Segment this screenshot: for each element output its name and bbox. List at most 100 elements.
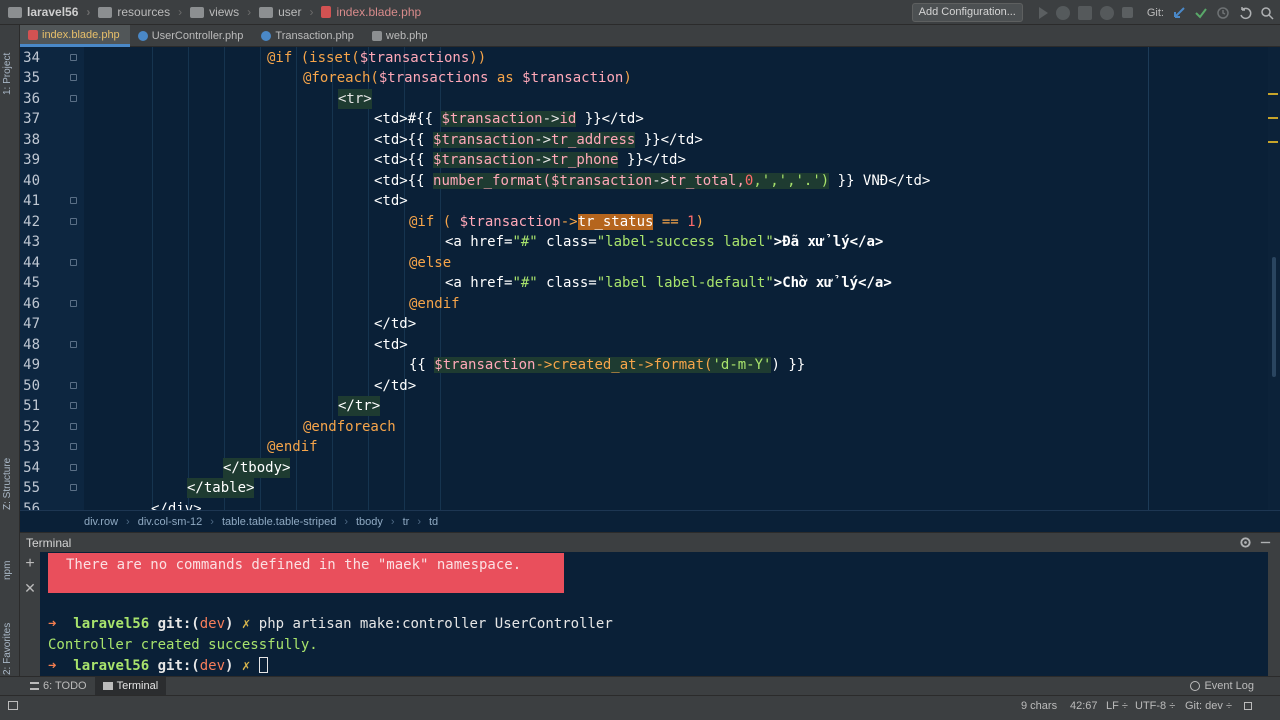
fold-icon[interactable] <box>70 382 77 389</box>
class-file-icon <box>261 31 272 41</box>
layout-icon[interactable] <box>8 701 18 710</box>
code-line: 44 @else <box>23 255 452 271</box>
fold-icon[interactable] <box>70 464 77 471</box>
code-line: 40 <td>{{ number_format($transaction->tr_… <box>23 173 931 189</box>
breadcrumb-resources[interactable]: resources › <box>98 5 182 19</box>
class-file-icon <box>137 31 148 41</box>
php-file-icon <box>371 31 382 41</box>
code-editor[interactable]: 34 @if (isset($transactions)) 35 @foreach(… <box>20 47 1268 510</box>
list-icon <box>30 682 39 690</box>
breadcrumb-tr[interactable]: tr <box>403 516 410 528</box>
history-icon[interactable] <box>1216 6 1230 20</box>
breadcrumb-tbody[interactable]: tbody <box>356 516 383 528</box>
html-breadcrumb-bar: div.row › div.col-sm-12 › table.table.tabl… <box>20 510 1280 532</box>
gear-icon[interactable] <box>1239 536 1252 549</box>
terminal-header: Terminal <box>20 532 1280 552</box>
breadcrumb-div-col[interactable]: div.col-sm-12 <box>138 516 203 528</box>
code-line: 37 <td>#{{ $transaction->id }}</td> <box>23 111 644 127</box>
fold-icon[interactable] <box>70 95 77 102</box>
code-line: 49{{ $transaction->created_at->format('d… <box>23 357 806 373</box>
breadcrumb-div-row[interactable]: div.row <box>84 516 118 528</box>
fold-icon[interactable] <box>70 443 77 450</box>
breadcrumb-table[interactable]: table.table.table-striped <box>222 516 336 528</box>
favorites-tool-tab[interactable]: 2: Favorites <box>2 623 13 675</box>
coverage-icon[interactable] <box>1077 5 1092 20</box>
terminal-title: Terminal <box>26 535 72 550</box>
terminal-prompt-line[interactable]: ➜ laravel56 git:(dev) ✗ <box>48 657 268 674</box>
fold-icon[interactable] <box>70 54 77 61</box>
blade-file-icon <box>28 29 38 40</box>
revert-icon[interactable] <box>1238 6 1252 20</box>
new-terminal-icon[interactable]: + <box>24 556 36 572</box>
terminal-icon <box>102 682 113 690</box>
blade-file-icon <box>321 6 332 18</box>
fold-icon[interactable] <box>70 74 77 81</box>
fold-icon[interactable] <box>70 197 77 204</box>
code-line: 45 <a href="#" class="label label-default… <box>23 275 892 291</box>
breadcrumb-user[interactable]: user › <box>259 5 313 19</box>
code-line: 54 </tbody> <box>23 458 291 478</box>
fold-icon[interactable] <box>70 300 77 307</box>
tab-user-controller[interactable]: UserController.php <box>130 25 254 47</box>
code-line: 53 @endif <box>23 439 318 455</box>
folder-icon <box>8 6 22 18</box>
fold-icon[interactable] <box>70 402 77 409</box>
code-line: 48 <td> <box>23 337 408 353</box>
code-line: 43 <a href="#" class="label-success label… <box>23 234 884 250</box>
event-log-button[interactable]: Event Log <box>1190 680 1254 692</box>
navigation-bar: laravel56 › resources › views › user › index… <box>0 0 1280 25</box>
add-configuration-button[interactable]: Add Configuration... <box>911 3 1023 22</box>
editor-scroll-marks[interactable] <box>1268 47 1280 510</box>
search-icon[interactable] <box>1260 6 1274 20</box>
structure-tool-tab[interactable]: Z: Structure <box>2 458 13 510</box>
npm-tool-tab[interactable]: npm <box>2 561 13 580</box>
git-commit-icon[interactable] <box>1194 6 1208 20</box>
fold-icon[interactable] <box>70 423 77 430</box>
terminal-output[interactable]: There are no commands defined in the "ma… <box>40 552 1268 676</box>
code-line: 50 </td> <box>23 378 417 394</box>
terminal-tools: + ✕ <box>20 552 40 676</box>
line-separator[interactable]: LF ÷ <box>1106 700 1128 712</box>
code-line: 55 </table> <box>23 478 255 498</box>
breadcrumb-views[interactable]: views › <box>190 5 251 19</box>
todo-tab[interactable]: 6: TODO <box>22 677 95 696</box>
tool-window-bar: 6: TODO Terminal Event Log <box>0 676 1280 696</box>
editor-tabs: index.blade.php UserController.php Trans… <box>20 25 1280 47</box>
terminal-tab[interactable]: Terminal <box>94 676 167 696</box>
close-icon[interactable]: ✕ <box>24 580 36 596</box>
minimize-icon[interactable] <box>1259 536 1272 549</box>
folder-icon <box>190 6 205 18</box>
fold-icon[interactable] <box>70 259 77 266</box>
git-update-icon[interactable] <box>1172 6 1186 20</box>
tab-transaction[interactable]: Transaction.php <box>253 25 363 47</box>
code-line: 51 </tr> <box>23 396 381 416</box>
lock-icon[interactable] <box>1244 702 1252 710</box>
profile-icon[interactable] <box>1099 5 1114 20</box>
project-tool-tab[interactable]: 1: Project <box>2 53 13 95</box>
toolbar-right: Add Configuration... Git: <box>911 3 1274 22</box>
stop-icon[interactable] <box>1121 7 1133 18</box>
status-bar: 9 chars 42:67 LF ÷ UTF-8 ÷ Git: dev ÷ <box>0 695 1280 720</box>
code-line: 36 <tr> <box>23 89 372 109</box>
breadcrumb-project[interactable]: laravel56 › <box>8 5 90 19</box>
breadcrumb-td[interactable]: td <box>429 516 438 528</box>
debug-icon[interactable] <box>1055 5 1070 20</box>
tab-index-blade[interactable]: index.blade.php <box>20 25 130 47</box>
code-line: 39 <td>{{ $transaction->tr_phone }}</td> <box>23 152 686 168</box>
tab-web[interactable]: web.php <box>364 25 438 47</box>
cursor-position[interactable]: 42:67 <box>1070 700 1098 712</box>
breadcrumb-file[interactable]: index.blade.php <box>321 5 421 19</box>
code-line: 52 @endforeach <box>23 419 396 435</box>
terminal-command-line: ➜ laravel56 git:(dev) ✗ php artisan make… <box>48 616 613 632</box>
folder-icon <box>98 6 113 18</box>
code-line: 47 </td> <box>23 316 417 332</box>
text-cursor <box>258 657 268 673</box>
git-label: Git: <box>1146 6 1164 19</box>
run-icon[interactable] <box>1038 6 1048 19</box>
fold-icon[interactable] <box>70 218 77 225</box>
fold-icon[interactable] <box>70 484 77 491</box>
code-line: 46 @endif <box>23 296 460 312</box>
fold-icon[interactable] <box>70 341 77 348</box>
file-encoding[interactable]: UTF-8 ÷ <box>1135 700 1175 712</box>
git-branch[interactable]: Git: dev ÷ <box>1185 700 1232 712</box>
